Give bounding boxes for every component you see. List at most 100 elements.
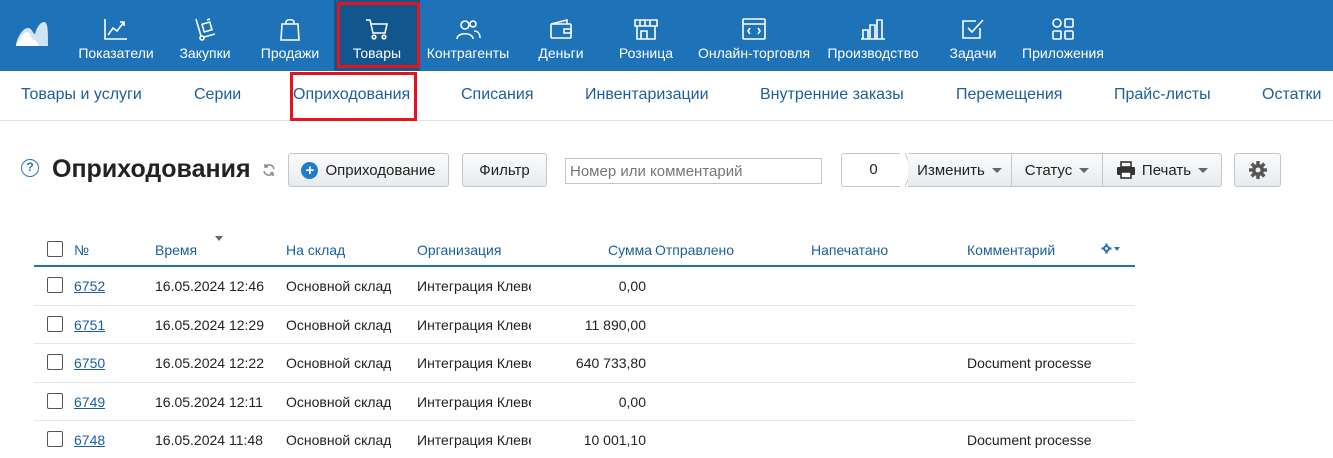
subnav-item-internal-orders[interactable]: Внутренние заказы	[760, 86, 904, 104]
receipt-comment: Document processed	[967, 432, 1092, 448]
subnav-item-inventories[interactable]: Инвентаризации	[585, 86, 709, 104]
column-header-store[interactable]: На склад	[286, 242, 345, 258]
print-dropdown-button[interactable]: Печать	[1102, 153, 1222, 187]
settings-button[interactable]	[1234, 153, 1281, 187]
cart-icon	[366, 19, 388, 40]
column-header-sent[interactable]: Отправлено	[655, 242, 734, 258]
nav-item-purchases[interactable]: Закупки	[168, 0, 242, 71]
nav-item-label: Товары	[352, 45, 402, 61]
nav-item-label: Деньги	[538, 45, 584, 61]
receipt-time: 16.05.2024 12:22	[155, 355, 264, 371]
receipt-number-link[interactable]: 6752	[74, 278, 105, 294]
print-label: Печать	[1141, 161, 1192, 179]
receipts-table: № Время На склад Организация Сумма Отпра…	[34, 230, 1135, 458]
receipt-sum: 10 001,10	[583, 432, 646, 448]
row-checkbox[interactable]	[47, 354, 63, 370]
nav-item-label: Приложения	[1022, 45, 1104, 61]
column-header-printed[interactable]: Напечатано	[811, 242, 888, 258]
nav-item-online-trade[interactable]: Онлайн-торговля	[694, 0, 814, 71]
receipt-sum: 11 890,00	[584, 316, 646, 333]
select-all-checkbox[interactable]	[47, 241, 63, 257]
nav-item-sales[interactable]: Продажи	[250, 0, 330, 71]
plus-icon: +	[301, 161, 319, 179]
nav-item-label: Контрагенты	[426, 45, 510, 61]
selected-count: 0	[841, 153, 905, 187]
table-row[interactable]: 6750 16.05.2024 12:22 Основной склад Инт…	[34, 344, 1135, 383]
gear-icon	[1248, 161, 1267, 179]
subnav-item-stock[interactable]: Остатки	[1262, 86, 1321, 104]
subnav-item-receipts[interactable]: Оприходования	[293, 86, 410, 104]
column-header-time[interactable]: Время	[155, 242, 197, 258]
page-title: Оприходования	[52, 155, 251, 183]
column-header-sum[interactable]: Сумма	[608, 242, 652, 258]
nav-item-tasks[interactable]: Задачи	[940, 0, 1006, 71]
edit-dropdown-button[interactable]: Изменить	[908, 153, 1012, 187]
nav-item-label: Продажи	[260, 45, 320, 61]
nav-item-products[interactable]: Товары	[334, 0, 420, 71]
printer-icon	[1116, 161, 1135, 179]
status-dropdown-button[interactable]: Статус	[1011, 153, 1103, 187]
chart-line-icon	[104, 19, 127, 40]
table-row[interactable]: 6751 16.05.2024 12:29 Основной склад Инт…	[34, 306, 1135, 344]
receipt-store: Основной склад	[286, 278, 392, 294]
receipt-time: 16.05.2024 12:29	[155, 316, 264, 333]
subnav-item-write-offs[interactable]: Списания	[461, 86, 534, 104]
receipt-number-link[interactable]: 6750	[74, 355, 105, 371]
search-input[interactable]	[565, 158, 822, 184]
row-checkbox[interactable]	[47, 277, 63, 293]
receipt-time: 16.05.2024 12:46	[155, 278, 264, 294]
nav-item-label: Показатели	[78, 45, 154, 61]
status-label: Статус	[1024, 161, 1073, 179]
column-header-comment[interactable]: Комментарий	[967, 242, 1055, 258]
row-checkbox[interactable]	[47, 392, 63, 409]
receipt-time: 16.05.2024 11:48	[155, 432, 263, 448]
filter-button[interactable]: Фильтр	[462, 153, 547, 187]
column-header-organization[interactable]: Организация	[417, 242, 501, 258]
nav-item-label: Закупки	[179, 45, 231, 61]
nav-item-production[interactable]: Производство	[824, 0, 922, 71]
table-row[interactable]: 6748 16.05.2024 11:48 Основной склад Инт…	[34, 421, 1135, 458]
receipt-sum: 0,00	[618, 278, 646, 294]
receipt-organization: Интеграция Клевер	[417, 432, 531, 448]
add-receipt-label: Оприходование	[325, 161, 436, 179]
sort-desc-icon	[215, 236, 223, 241]
table-row[interactable]: 6749 16.05.2024 12:11 Основной склад Инт…	[34, 383, 1135, 421]
nav-item-label: Задачи	[949, 45, 997, 61]
receipt-comment: Document processed	[967, 355, 1092, 371]
factory-icon	[861, 19, 885, 40]
add-receipt-button[interactable]: + Оприходование	[288, 153, 449, 187]
subnav-item-price-lists[interactable]: Прайс-листы	[1114, 86, 1211, 104]
table-row[interactable]: 6752 16.05.2024 12:46 Основной склад Инт…	[34, 267, 1135, 306]
refresh-icon[interactable]	[262, 163, 276, 177]
receipt-sum: 0,00	[618, 393, 646, 410]
subnav-item-series[interactable]: Серии	[194, 86, 241, 104]
receipt-number-link[interactable]: 6751	[74, 317, 105, 333]
subnav-item-transfers[interactable]: Перемещения	[956, 86, 1062, 104]
receipt-number-link[interactable]: 6749	[74, 394, 105, 410]
nav-item-apps[interactable]: Приложения	[1018, 0, 1108, 71]
wallet-icon	[550, 18, 572, 39]
nav-item-label: Производство	[827, 45, 919, 61]
receipt-sum: 640 733,80	[575, 355, 646, 371]
row-checkbox[interactable]	[47, 315, 63, 332]
receipt-organization: Интеграция Клевер	[417, 278, 531, 294]
receipt-number-link[interactable]: 6748	[74, 432, 105, 448]
nav-item-label: Онлайн-торговля	[697, 45, 811, 61]
nav-item-retail[interactable]: Розница	[612, 0, 680, 71]
column-header-number[interactable]: №	[74, 242, 89, 258]
receipt-store: Основной склад	[286, 355, 392, 371]
subnav-item-products-services[interactable]: Товары и услуги	[21, 86, 142, 104]
chevron-down-icon	[1079, 167, 1090, 173]
edit-label: Изменить	[917, 161, 985, 179]
help-icon[interactable]: ?	[21, 159, 39, 177]
gear-icon	[1101, 243, 1112, 254]
column-settings-button[interactable]	[1101, 243, 1120, 254]
nav-item-money[interactable]: Деньги	[528, 0, 594, 71]
table-header: № Время На склад Организация Сумма Отпра…	[34, 230, 1135, 267]
receipt-organization: Интеграция Клевер	[417, 393, 531, 410]
nav-item-indicators[interactable]: Показатели	[70, 0, 162, 71]
moysklad-logo[interactable]	[14, 20, 50, 48]
receipt-store: Основной склад	[286, 432, 392, 448]
nav-item-counterparties[interactable]: Контрагенты	[424, 0, 512, 71]
row-checkbox[interactable]	[47, 431, 63, 447]
